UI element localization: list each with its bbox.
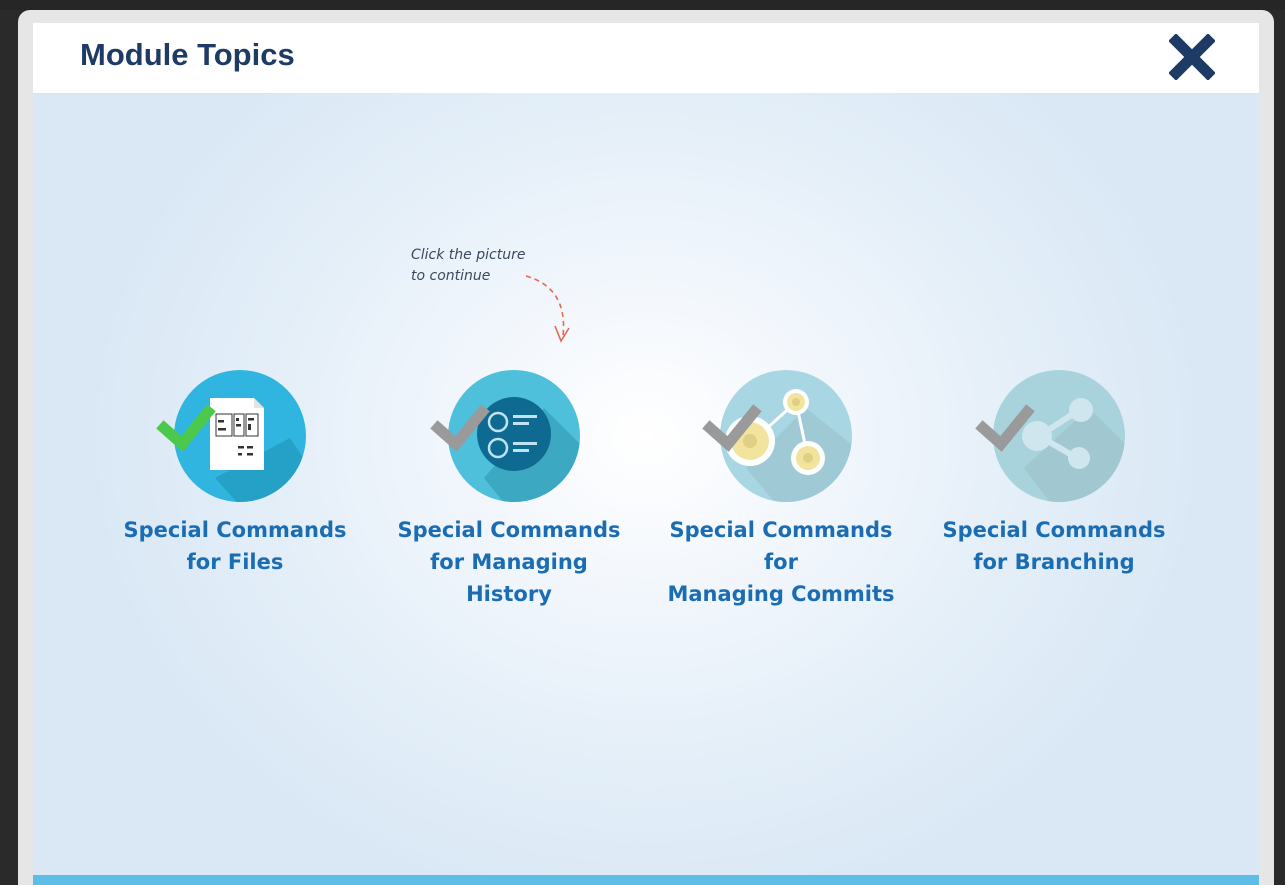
history-list-icon [430, 370, 580, 502]
hint-text: Click the picture to continue [411, 247, 526, 284]
topic-label: Special Commands for Branching [942, 518, 1166, 574]
page-title: Module Topics [80, 37, 295, 72]
topics-panel: Click the picture to continue Special Co… [33, 93, 1259, 875]
document-icon [156, 370, 306, 502]
topic-label: Special Commands for Managing History [397, 518, 621, 606]
topic-label: Special Commands for Files [123, 518, 347, 574]
topic-label: Special Commands for Managing Commits [667, 518, 895, 606]
close-x-icon [1168, 33, 1216, 81]
share-branch-icon [975, 370, 1125, 502]
bottom-bar [33, 875, 1259, 885]
curved-arrow-icon [525, 275, 570, 343]
close-button[interactable] [1168, 33, 1216, 81]
modal-header: Module Topics [33, 23, 1259, 93]
top-strip [0, 0, 1285, 10]
commits-graph-icon [702, 370, 852, 502]
